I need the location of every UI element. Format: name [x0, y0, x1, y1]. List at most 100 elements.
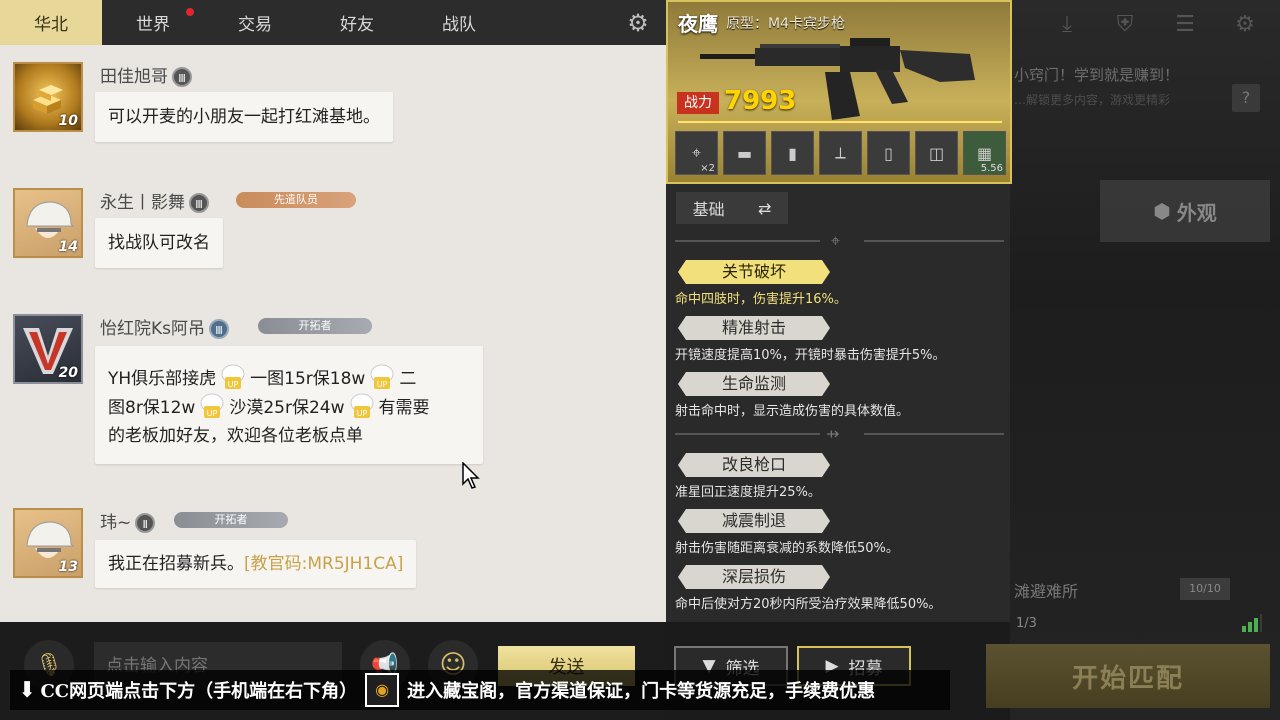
barrel-icon[interactable]: ▬: [723, 131, 766, 175]
download-icon[interactable]: ⤓: [1050, 8, 1084, 42]
perk-precision-shot[interactable]: 精准射击: [678, 316, 830, 340]
username[interactable]: 永生丨影舞 Ⅲ: [100, 188, 209, 213]
up-emoji-icon: UP: [345, 393, 379, 419]
title-badge: 开拓者: [174, 512, 288, 528]
message-text: 沙漠25r保24w: [229, 398, 345, 418]
message-bubble: 我正在招募新兵。[教官码:MR5JH1CA]: [95, 540, 417, 588]
perk-recoil-reduction[interactable]: 减震制退: [678, 509, 830, 533]
promo-prefix: CC网页端点击下方（手机端在右下角）: [40, 681, 358, 702]
signal-icon: [1242, 614, 1262, 632]
attachment-slots: ⌖ ×2 ▬ ▮ ⟂ ▯ ◫ ▦ 5.56: [675, 131, 1006, 175]
svg-text:UP: UP: [228, 380, 239, 389]
divider: [675, 240, 820, 242]
up-emoji-icon: UP: [195, 393, 229, 419]
username-text: 怡红院Ks阿吊: [100, 319, 206, 339]
perk-description: 准星回正速度提升25%。: [675, 485, 821, 500]
skin-icon[interactable]: ▦ 5.56: [963, 131, 1006, 175]
message-text: 有需要: [378, 398, 430, 418]
tab-squad[interactable]: 战队: [408, 0, 510, 45]
down-arrow-icon: ⬇: [18, 677, 37, 703]
map-mode-label: 滩避难所: [1014, 582, 1079, 601]
username[interactable]: 玮~ Ⅱ: [100, 508, 156, 533]
message-text: 二: [399, 369, 417, 389]
level-number: 14: [58, 239, 78, 255]
perk-description: 射击命中时，显示造成伤害的具体数值。: [675, 404, 910, 419]
stock-icon[interactable]: ◫: [915, 131, 958, 175]
username[interactable]: 怡红院Ks阿吊 Ⅲ: [100, 314, 230, 339]
power-value: 7993: [724, 86, 797, 116]
avatar[interactable]: 20: [13, 314, 83, 384]
tab-huabei[interactable]: 华北: [0, 0, 102, 45]
bullet-icon: ⇸: [826, 424, 840, 443]
level-number: 10: [58, 113, 78, 129]
crosshair-icon: ⌖: [831, 231, 841, 250]
perk-description: 命中后使对方20秒内所受治疗效果降低50%。: [675, 597, 942, 612]
appearance-label: 外观: [1176, 200, 1217, 225]
settings-gear-icon[interactable]: ⚙: [1228, 8, 1262, 42]
rank-icon: Ⅲ: [189, 193, 209, 213]
perk-description: 射击伤害随距离衰减的系数降低50%。: [675, 541, 899, 556]
message-bubble: 找战队可改名: [95, 218, 223, 268]
perk-joint-break[interactable]: 关节破坏: [678, 260, 830, 284]
username[interactable]: 田佳旭哥 Ⅲ: [100, 62, 192, 87]
tab-friends[interactable]: 好友: [306, 0, 408, 45]
list-icon[interactable]: ☰: [1168, 8, 1202, 42]
username-text: 永生丨影舞: [100, 193, 185, 213]
level-number: 20: [58, 365, 78, 381]
avatar[interactable]: 10: [13, 62, 83, 132]
swap-icon: ⇄: [757, 198, 772, 218]
tab-trade[interactable]: 交易: [204, 0, 306, 45]
tab-label: 世界: [136, 15, 170, 35]
title-badge: 开拓者: [258, 318, 372, 334]
divider: [675, 433, 820, 435]
help-icon[interactable]: ?: [1232, 84, 1260, 112]
message-text: 我正在招募新兵。: [108, 554, 244, 574]
avatar[interactable]: 13: [13, 508, 83, 578]
svg-text:UP: UP: [377, 380, 388, 389]
tab-label: 华北: [34, 15, 68, 35]
basic-tab-label: 基础: [692, 200, 725, 219]
username-text: 田佳旭哥: [100, 67, 168, 87]
tab-world[interactable]: 世界: [102, 0, 204, 45]
promo-banner[interactable]: ⬇ CC网页端点击下方（手机端在右下角） ◉ 进入藏宝阁，官方渠道保证，门卡等货…: [10, 670, 950, 710]
message-text: 的老板加好友，欢迎各位老板点单: [108, 426, 363, 446]
appearance-button[interactable]: ⬢ 外观: [1100, 180, 1270, 242]
divider: [678, 121, 1002, 123]
message-bubble: 可以开麦的小朋友一起打红滩基地。: [95, 92, 393, 142]
weapon-prototype: 原型：M4卡宾步枪: [726, 16, 845, 32]
hexagon-icon: ⬢: [1153, 199, 1171, 223]
page-indicator: 1/3: [1016, 616, 1037, 631]
promo-suffix: 进入藏宝阁，官方渠道保证，门卡等货源充足，手续费优惠: [407, 681, 876, 702]
shield-icon[interactable]: ⛨: [1108, 8, 1142, 42]
message-text: 图8r保12w: [108, 398, 196, 418]
invite-code-link[interactable]: [教官码:MR5JH1CA]: [244, 554, 403, 574]
magazine-icon[interactable]: ▯: [867, 131, 910, 175]
chat-settings-gear-icon[interactable]: ⚙: [620, 6, 656, 40]
start-match-button[interactable]: 开始匹配: [986, 644, 1270, 708]
svg-text:UP: UP: [356, 409, 367, 418]
attachment-count: ×2: [700, 163, 715, 174]
grip-icon[interactable]: ⟂: [819, 131, 862, 175]
rank-icon: Ⅲ: [172, 67, 192, 87]
message-text: YH俱乐部接虎: [108, 369, 217, 389]
avatar[interactable]: 14: [13, 188, 83, 258]
level-number: 13: [58, 559, 78, 575]
tab-label: 交易: [238, 15, 272, 35]
up-emoji-icon: UP: [216, 364, 250, 390]
attachment-count: 5.56: [980, 163, 1003, 174]
notification-dot: [186, 8, 194, 16]
rank-icon: Ⅲ: [209, 319, 230, 339]
svg-text:UP: UP: [207, 409, 218, 418]
perk-deep-damage[interactable]: 深层损伤: [678, 565, 830, 589]
message-text: 一图15r保18w: [250, 369, 366, 389]
chat-panel: 华北 世界 交易 好友 战队 ⚙ 10 田佳旭哥 Ⅲ 可以开麦的小朋友一起打红滩基…: [0, 0, 666, 622]
scope-icon[interactable]: ⌖ ×2: [675, 131, 718, 175]
muzzle-icon[interactable]: ▮: [771, 131, 814, 175]
basic-tab[interactable]: 基础 ⇄: [676, 192, 788, 224]
username-text: 玮~: [100, 513, 132, 533]
up-emoji-icon: UP: [365, 364, 399, 390]
title-badge: 先遣队员: [236, 192, 356, 208]
perk-life-monitor[interactable]: 生命监测: [678, 372, 830, 396]
tab-label: 战队: [442, 15, 476, 35]
perk-improved-muzzle[interactable]: 改良枪口: [678, 453, 830, 477]
